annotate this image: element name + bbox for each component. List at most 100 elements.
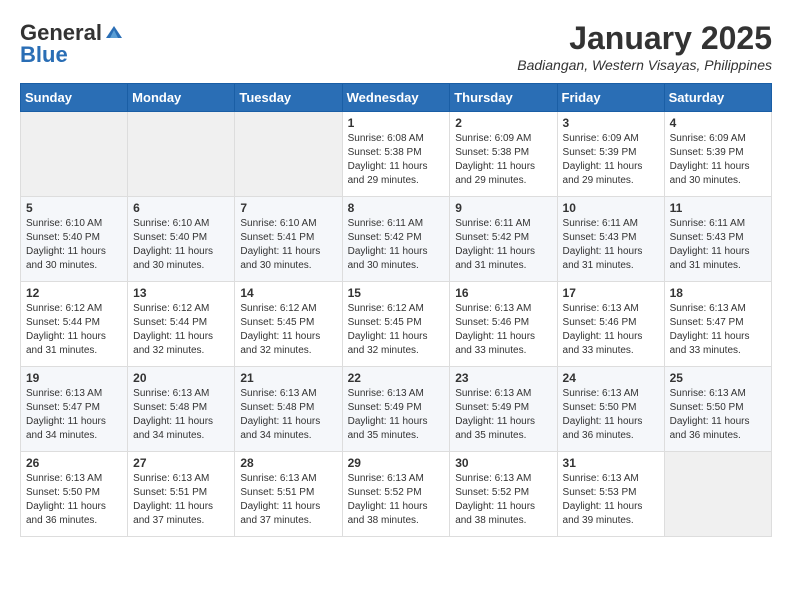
- day-number: 2: [455, 116, 551, 130]
- day-header-thursday: Thursday: [450, 84, 557, 112]
- day-number: 24: [563, 371, 659, 385]
- day-info: Sunrise: 6:10 AMSunset: 5:40 PMDaylight:…: [133, 217, 229, 273]
- calendar-table: SundayMondayTuesdayWednesdayThursdayFrid…: [20, 83, 772, 537]
- day-info: Sunrise: 6:13 AMSunset: 5:49 PMDaylight:…: [455, 387, 551, 443]
- day-info: Sunrise: 6:12 AMSunset: 5:45 PMDaylight:…: [348, 302, 445, 358]
- calendar-cell: 26 Sunrise: 6:13 AMSunset: 5:50 PMDayligh…: [21, 452, 128, 537]
- calendar-cell: 29 Sunrise: 6:13 AMSunset: 5:52 PMDayligh…: [342, 452, 450, 537]
- calendar-cell: 1Sunrise: 6:08 AMSunset: 5:38 PMDaylight…: [342, 112, 450, 197]
- day-number: 7: [240, 201, 336, 215]
- calendar-cell: 18 Sunrise: 6:13 AMSunset: 5:47 PMDayligh…: [664, 282, 771, 367]
- calendar-cell: [664, 452, 771, 537]
- day-info: Sunrise: 6:13 AMSunset: 5:52 PMDaylight:…: [348, 472, 445, 528]
- calendar-cell: 3 Sunrise: 6:09 AMSunset: 5:39 PMDaylight…: [557, 112, 664, 197]
- calendar-cell: 9 Sunrise: 6:11 AMSunset: 5:42 PMDaylight…: [450, 197, 557, 282]
- calendar-cell: 22 Sunrise: 6:13 AMSunset: 5:49 PMDayligh…: [342, 367, 450, 452]
- day-info: Sunrise: 6:09 AMSunset: 5:39 PMDaylight:…: [563, 132, 659, 188]
- title-block: January 2025 Badiangan, Western Visayas,…: [517, 20, 772, 73]
- day-info: Sunrise: 6:13 AMSunset: 5:52 PMDaylight:…: [455, 472, 551, 528]
- calendar-week-3: 12 Sunrise: 6:12 AMSunset: 5:44 PMDayligh…: [21, 282, 772, 367]
- day-info: Sunrise: 6:13 AMSunset: 5:50 PMDaylight:…: [563, 387, 659, 443]
- day-number: 10: [563, 201, 659, 215]
- page-header: General Blue January 2025 Badiangan, Wes…: [20, 20, 772, 73]
- calendar-cell: 2 Sunrise: 6:09 AMSunset: 5:38 PMDaylight…: [450, 112, 557, 197]
- calendar-cell: 10 Sunrise: 6:11 AMSunset: 5:43 PMDayligh…: [557, 197, 664, 282]
- logo-icon: [104, 24, 124, 42]
- calendar-cell: 24 Sunrise: 6:13 AMSunset: 5:50 PMDayligh…: [557, 367, 664, 452]
- day-info: Sunrise: 6:13 AMSunset: 5:51 PMDaylight:…: [133, 472, 229, 528]
- calendar-cell: 28 Sunrise: 6:13 AMSunset: 5:51 PMDayligh…: [235, 452, 342, 537]
- day-info: Sunrise: 6:12 AMSunset: 5:44 PMDaylight:…: [133, 302, 229, 358]
- day-header-tuesday: Tuesday: [235, 84, 342, 112]
- day-info: Sunrise: 6:12 AMSunset: 5:45 PMDaylight:…: [240, 302, 336, 358]
- day-info: Sunrise: 6:13 AMSunset: 5:47 PMDaylight:…: [26, 387, 122, 443]
- day-number: 4: [670, 116, 766, 130]
- day-info: Sunrise: 6:13 AMSunset: 5:50 PMDaylight:…: [670, 387, 766, 443]
- day-number: 12: [26, 286, 122, 300]
- logo: General Blue: [20, 20, 124, 68]
- day-number: 26: [26, 456, 122, 470]
- day-header-sunday: Sunday: [21, 84, 128, 112]
- day-header-saturday: Saturday: [664, 84, 771, 112]
- day-info: Sunrise: 6:11 AMSunset: 5:43 PMDaylight:…: [670, 217, 766, 273]
- day-info: Sunrise: 6:09 AMSunset: 5:39 PMDaylight:…: [670, 132, 766, 188]
- day-number: 31: [563, 456, 659, 470]
- calendar-cell: 16Sunrise: 6:13 AMSunset: 5:46 PMDayligh…: [450, 282, 557, 367]
- day-number: 11: [670, 201, 766, 215]
- day-number: 30: [455, 456, 551, 470]
- calendar-week-4: 19 Sunrise: 6:13 AMSunset: 5:47 PMDayligh…: [21, 367, 772, 452]
- calendar-week-2: 5 Sunrise: 6:10 AMSunset: 5:40 PMDaylight…: [21, 197, 772, 282]
- day-info: Sunrise: 6:13 AMSunset: 5:51 PMDaylight:…: [240, 472, 336, 528]
- calendar-cell: 21 Sunrise: 6:13 AMSunset: 5:48 PMDayligh…: [235, 367, 342, 452]
- day-number: 28: [240, 456, 336, 470]
- month-title: January 2025: [517, 20, 772, 57]
- calendar-cell: 13 Sunrise: 6:12 AMSunset: 5:44 PMDayligh…: [128, 282, 235, 367]
- day-info: Sunrise: 6:10 AMSunset: 5:41 PMDaylight:…: [240, 217, 336, 273]
- day-info: Sunrise: 6:13 AMSunset: 5:47 PMDaylight:…: [670, 302, 766, 358]
- calendar-cell: 19 Sunrise: 6:13 AMSunset: 5:47 PMDayligh…: [21, 367, 128, 452]
- day-number: 29: [348, 456, 445, 470]
- day-number: 21: [240, 371, 336, 385]
- day-info: Sunrise: 6:13 AMSunset: 5:53 PMDaylight:…: [563, 472, 659, 528]
- calendar-cell: 15 Sunrise: 6:12 AMSunset: 5:45 PMDayligh…: [342, 282, 450, 367]
- day-number: 8: [348, 201, 445, 215]
- day-number: 13: [133, 286, 229, 300]
- calendar-cell: 4 Sunrise: 6:09 AMSunset: 5:39 PMDaylight…: [664, 112, 771, 197]
- day-info: Sunrise: 6:13 AMSunset: 5:50 PMDaylight:…: [26, 472, 122, 528]
- day-number: 5: [26, 201, 122, 215]
- day-number: 16: [455, 286, 551, 300]
- day-number: 17: [563, 286, 659, 300]
- day-number: 9: [455, 201, 551, 215]
- calendar-cell: 30 Sunrise: 6:13 AMSunset: 5:52 PMDayligh…: [450, 452, 557, 537]
- calendar-cell: 12 Sunrise: 6:12 AMSunset: 5:44 PMDayligh…: [21, 282, 128, 367]
- day-number: 18: [670, 286, 766, 300]
- day-info: Sunrise: 6:11 AMSunset: 5:42 PMDaylight:…: [455, 217, 551, 273]
- day-info: Sunrise: 6:13 AMSunset: 5:49 PMDaylight:…: [348, 387, 445, 443]
- day-header-friday: Friday: [557, 84, 664, 112]
- day-info: Sunrise: 6:11 AMSunset: 5:43 PMDaylight:…: [563, 217, 659, 273]
- day-number: 25: [670, 371, 766, 385]
- day-number: 6: [133, 201, 229, 215]
- calendar-cell: 23Sunrise: 6:13 AMSunset: 5:49 PMDayligh…: [450, 367, 557, 452]
- day-info: Sunrise: 6:10 AMSunset: 5:40 PMDaylight:…: [26, 217, 122, 273]
- calendar-cell: 11 Sunrise: 6:11 AMSunset: 5:43 PMDayligh…: [664, 197, 771, 282]
- day-number: 22: [348, 371, 445, 385]
- calendar-cell: 27 Sunrise: 6:13 AMSunset: 5:51 PMDayligh…: [128, 452, 235, 537]
- location-title: Badiangan, Western Visayas, Philippines: [517, 57, 772, 73]
- calendar-cell: 17Sunrise: 6:13 AMSunset: 5:46 PMDayligh…: [557, 282, 664, 367]
- calendar-cell: 7 Sunrise: 6:10 AMSunset: 5:41 PMDaylight…: [235, 197, 342, 282]
- day-number: 3: [563, 116, 659, 130]
- day-number: 19: [26, 371, 122, 385]
- calendar-cell: 25 Sunrise: 6:13 AMSunset: 5:50 PMDayligh…: [664, 367, 771, 452]
- day-info: Sunrise: 6:12 AMSunset: 5:44 PMDaylight:…: [26, 302, 122, 358]
- day-number: 14: [240, 286, 336, 300]
- day-info: Sunrise: 6:13 AMSunset: 5:48 PMDaylight:…: [240, 387, 336, 443]
- calendar-week-1: 1Sunrise: 6:08 AMSunset: 5:38 PMDaylight…: [21, 112, 772, 197]
- calendar-cell: [128, 112, 235, 197]
- calendar-cell: 8Sunrise: 6:11 AMSunset: 5:42 PMDaylight…: [342, 197, 450, 282]
- day-header-monday: Monday: [128, 84, 235, 112]
- day-number: 15: [348, 286, 445, 300]
- calendar-cell: 6 Sunrise: 6:10 AMSunset: 5:40 PMDaylight…: [128, 197, 235, 282]
- day-info: Sunrise: 6:09 AMSunset: 5:38 PMDaylight:…: [455, 132, 551, 188]
- day-number: 27: [133, 456, 229, 470]
